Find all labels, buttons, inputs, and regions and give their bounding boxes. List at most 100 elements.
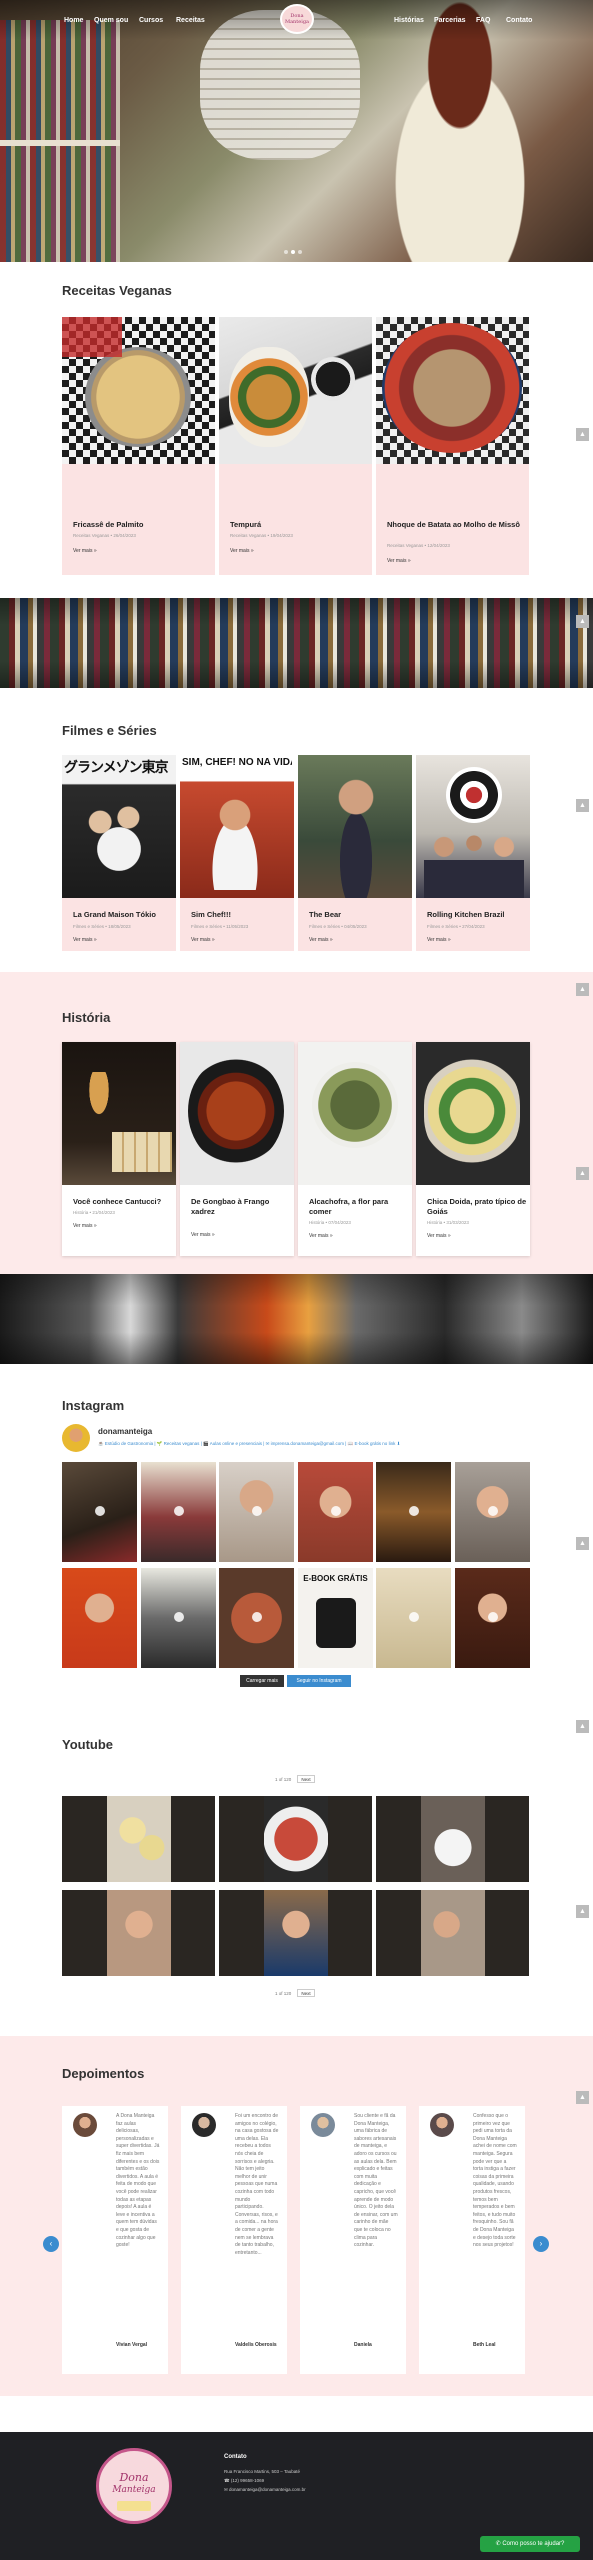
youtube-video[interactable] [376, 1890, 529, 1976]
video-thumbnail [421, 1796, 485, 1882]
scroll-to-top-button[interactable]: ▲ [576, 428, 589, 441]
instagram-post[interactable] [455, 1462, 530, 1562]
instagram-post[interactable]: E-BOOK GRÁTIS [298, 1568, 373, 1668]
scroll-to-top-button[interactable]: ▲ [576, 1537, 589, 1550]
slider-dot[interactable] [291, 250, 295, 254]
instagram-avatar[interactable] [62, 1424, 90, 1452]
recipe-title[interactable]: Fricassê de Palmito [73, 520, 208, 530]
load-more-button[interactable]: Carregar mais [240, 1675, 284, 1687]
history-card[interactable]: De Gongbao à Frango xadrez Ver mais » [180, 1042, 294, 1256]
youtube-video[interactable] [219, 1796, 372, 1882]
read-more-link[interactable]: Ver mais » [73, 548, 97, 554]
instagram-post[interactable] [298, 1462, 373, 1562]
footer-phone-text[interactable]: (12) 99658-1069 [231, 2478, 264, 2483]
scroll-to-top-button[interactable]: ▲ [576, 1167, 589, 1180]
youtube-video[interactable] [62, 1890, 215, 1976]
whatsapp-button[interactable]: ✆ Como posso te ajudar? [480, 2536, 580, 2552]
instagram-post[interactable] [141, 1568, 216, 1668]
testimonial-avatar [192, 2113, 216, 2137]
footer-email-text[interactable]: donamanteiga@donamanteiga.com.br [229, 2487, 306, 2492]
nav-receitas[interactable]: Receitas [176, 17, 205, 29]
scroll-to-top-button[interactable]: ▲ [576, 1720, 589, 1733]
instagram-handle[interactable]: donamanteiga [98, 1427, 152, 1436]
movie-title[interactable]: Sim Chef!!! [191, 910, 291, 920]
follow-instagram-button[interactable]: Seguir no Instagram [287, 1675, 351, 1687]
section-title-historia: História [62, 1010, 111, 1025]
read-more-link[interactable]: Ver mais » [230, 548, 254, 554]
movie-poster: グランメゾン東京 [62, 755, 176, 898]
movie-title[interactable]: La Grand Maison Tókio [73, 910, 173, 920]
scroll-to-top-button[interactable]: ▲ [576, 615, 589, 628]
read-more-link[interactable]: Ver mais » [387, 558, 411, 564]
instagram-bio: ☕ Estúdio de Gastronomia | 🌱 Receitas ve… [98, 1441, 401, 1446]
movie-card[interactable]: Rolling Kitchen Brazil Filmes e Séries •… [416, 755, 530, 951]
nav-contato[interactable]: Contato [506, 17, 532, 29]
scroll-to-top-button[interactable]: ▲ [576, 983, 589, 996]
butter-icon [117, 2501, 151, 2511]
recipe-card[interactable]: Tempurá Receitas Veganas • 19/04/2023 Ve… [219, 317, 372, 575]
dartboard-shape [446, 767, 502, 823]
read-more-link[interactable]: Ver mais » [191, 937, 215, 943]
instagram-post[interactable] [62, 1568, 137, 1668]
read-more-link[interactable]: Ver mais » [309, 937, 333, 943]
instagram-post[interactable] [141, 1462, 216, 1562]
footer-logo[interactable]: Dona Manteiga [96, 2448, 172, 2524]
recipe-title[interactable]: Tempurá [230, 520, 365, 530]
youtube-next-top[interactable]: Next [297, 1775, 315, 1783]
banner-shade [0, 598, 593, 688]
instagram-post[interactable] [62, 1462, 137, 1562]
youtube-video[interactable] [62, 1796, 215, 1882]
nav-home[interactable]: Home [64, 17, 83, 29]
nav-parcerias[interactable]: Parcerias [434, 17, 466, 29]
instagram-post[interactable] [219, 1568, 294, 1668]
recipe-title[interactable]: Nhoque de Batata ao Molho de Missô [387, 520, 522, 530]
read-more-link[interactable]: Ver mais » [427, 937, 451, 943]
slider-dot[interactable] [284, 250, 288, 254]
instagram-post[interactable] [376, 1568, 451, 1668]
history-title[interactable]: De Gongbao à Frango xadrez [191, 1197, 291, 1217]
read-more-link[interactable]: Ver mais » [73, 937, 97, 943]
carousel-prev-arrow-icon[interactable]: ‹ [43, 2236, 59, 2252]
read-more-link[interactable]: Ver mais » [309, 1233, 333, 1239]
recipe-image [62, 317, 215, 464]
read-more-link[interactable]: Ver mais » [427, 1233, 451, 1239]
footer-contact-title: Contato [224, 2454, 247, 2460]
movie-card[interactable]: グランメゾン東京 La Grand Maison Tókio Filmes e … [62, 755, 176, 951]
site-logo[interactable]: Dona Manteiga [280, 4, 314, 34]
dish-shape [82, 347, 194, 447]
slider-dot[interactable] [298, 250, 302, 254]
history-card[interactable]: Você conhece Cantucci? História • 21/04/… [62, 1042, 176, 1256]
testimonial-name: Valdelis Oberosis [235, 2342, 277, 2348]
testimonial-avatar [311, 2113, 335, 2137]
read-more-link[interactable]: Ver mais » [191, 1232, 215, 1238]
nav-historias[interactable]: Histórias [394, 17, 424, 29]
nav-faq[interactable]: FAQ [476, 17, 490, 29]
youtube-video[interactable] [376, 1796, 529, 1882]
read-more-link[interactable]: Ver mais » [73, 1223, 97, 1229]
history-card[interactable]: Alcachofra, a flor para comer História •… [298, 1042, 412, 1256]
movie-card[interactable]: The Bear Filmes e Séries • 04/05/2023 Ve… [298, 755, 412, 951]
carousel-next-arrow-icon[interactable]: › [533, 2236, 549, 2252]
scroll-to-top-button[interactable]: ▲ [576, 799, 589, 812]
scroll-to-top-button[interactable]: ▲ [576, 2091, 589, 2104]
history-card[interactable]: Chica Doida, prato típico de Goiás Histó… [416, 1042, 530, 1256]
play-icon [488, 1506, 498, 1516]
scroll-to-top-button[interactable]: ▲ [576, 1905, 589, 1918]
movie-card[interactable]: SIM, CHEF! NO NA VIDA DE UM Sim Chef!!! … [180, 755, 294, 951]
recipe-card[interactable]: Fricassê de Palmito Receitas Veganas • 2… [62, 317, 215, 575]
recipe-image [219, 317, 372, 464]
movie-title[interactable]: Rolling Kitchen Brazil [427, 910, 527, 920]
nav-quem-sou[interactable]: Quem sou [94, 17, 128, 29]
movie-poster [298, 755, 412, 898]
instagram-post[interactable] [455, 1568, 530, 1668]
movie-title[interactable]: The Bear [309, 910, 409, 920]
history-title[interactable]: Chica Doida, prato típico de Goiás [427, 1197, 527, 1217]
recipe-card[interactable]: Nhoque de Batata ao Molho de Missô Recei… [376, 317, 529, 575]
nav-cursos[interactable]: Cursos [139, 17, 163, 29]
instagram-post[interactable] [219, 1462, 294, 1562]
history-title[interactable]: Alcachofra, a flor para comer [309, 1197, 409, 1217]
instagram-post[interactable] [376, 1462, 451, 1562]
youtube-video[interactable] [219, 1890, 372, 1976]
youtube-next-bottom[interactable]: Next [297, 1989, 315, 1997]
history-title[interactable]: Você conhece Cantucci? [73, 1197, 173, 1207]
